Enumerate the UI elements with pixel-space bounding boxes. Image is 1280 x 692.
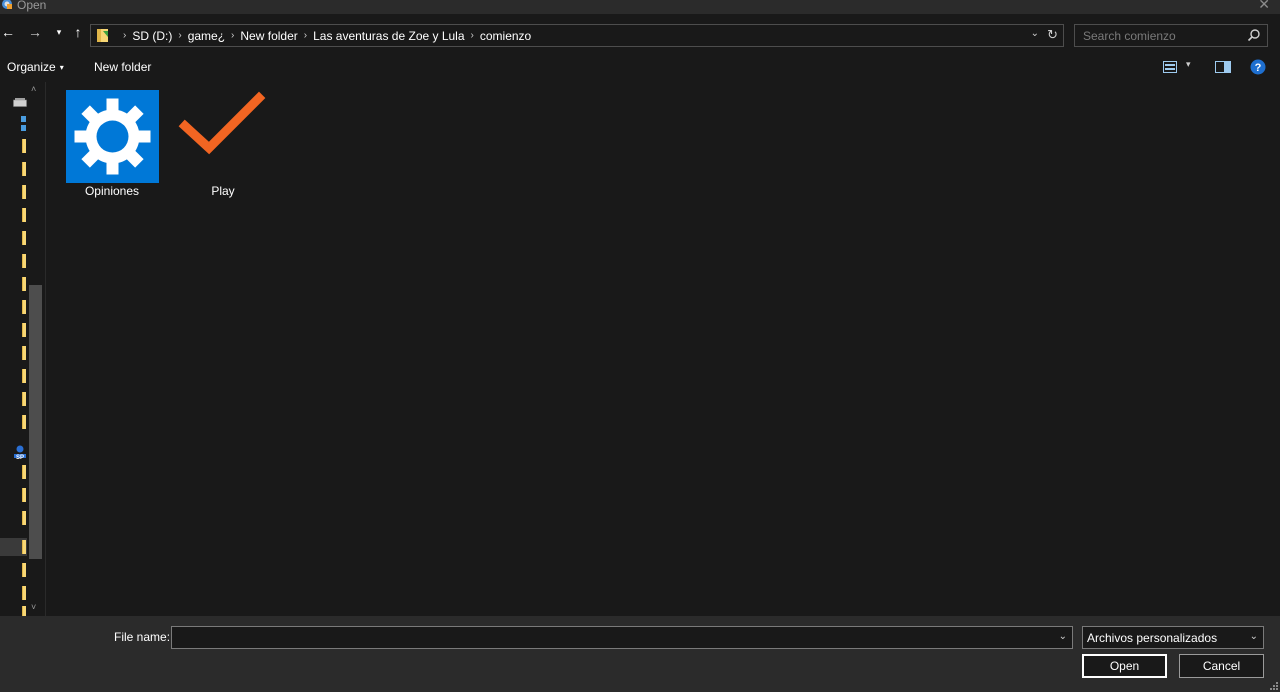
search-icon[interactable] <box>1247 28 1261 42</box>
open-button[interactable]: Open <box>1082 654 1167 678</box>
breadcrumb-separator: › <box>123 30 127 41</box>
folder-location-icon <box>97 29 108 42</box>
back-arrow-icon[interactable]: ← <box>0 24 16 40</box>
file-type-select[interactable]: Archivos personalizados ⌄ <box>1082 626 1264 649</box>
folder-icon[interactable] <box>22 369 26 383</box>
app-icon <box>2 0 12 9</box>
file-name-input[interactable] <box>172 627 1052 648</box>
file-type-dropdown-icon[interactable]: ⌄ <box>1250 631 1258 642</box>
open-file-dialog: Open ✕ ← → ▾ ↑ › SD (D:) › game¿ › New f… <box>0 0 1280 692</box>
folder-icon[interactable] <box>22 162 26 176</box>
view-options-chevron-icon[interactable]: ▾ <box>1186 59 1191 70</box>
folder-icon[interactable] <box>22 254 26 268</box>
window-title: Open <box>17 0 47 12</box>
up-arrow-icon[interactable]: ↑ <box>70 24 86 40</box>
refresh-icon[interactable]: ↻ <box>1047 27 1058 43</box>
breadcrumb-separator[interactable]: › <box>178 30 181 41</box>
resize-grip-icon[interactable] <box>1270 682 1278 690</box>
this-pc-icon[interactable] <box>20 116 27 132</box>
chevron-down-icon: ▾ <box>59 63 64 72</box>
scroll-down-icon[interactable]: ˅ <box>31 602 36 612</box>
checkmark-icon <box>178 91 265 155</box>
recent-locations-chevron-icon[interactable]: ▾ <box>51 24 67 40</box>
organize-button[interactable]: Organize ▾ <box>7 60 64 75</box>
folder-icon[interactable] <box>22 277 26 291</box>
change-view-icon[interactable] <box>1163 61 1177 73</box>
command-bar: Organize ▾ New folder ▾ ? <box>0 56 1280 80</box>
gear-icon <box>65 90 159 183</box>
address-bar[interactable]: › SD (D:) › game¿ › New folder › Las ave… <box>90 24 1064 47</box>
breadcrumb: › SD (D:) › game¿ › New folder › Las ave… <box>117 25 531 46</box>
breadcrumb-item[interactable]: Las aventuras de Zoe y Lula <box>313 29 464 43</box>
help-icon[interactable]: ? <box>1250 59 1266 75</box>
folder-icon[interactable] <box>22 185 26 199</box>
file-name-combobox[interactable]: ⌄ <box>171 626 1073 649</box>
forward-arrow-icon[interactable]: → <box>27 24 43 40</box>
file-name-field-label: File name: <box>114 630 171 644</box>
breadcrumb-item[interactable]: SD (D:) <box>132 29 172 43</box>
folder-icon[interactable] <box>22 488 26 502</box>
folder-icon[interactable] <box>22 586 26 600</box>
folder-icon[interactable] <box>22 606 26 616</box>
breadcrumb-item[interactable]: comienzo <box>480 29 531 43</box>
title-bar: Open ✕ <box>0 0 1280 14</box>
organize-label: Organize <box>7 60 56 74</box>
file-name-label: Opiniones <box>84 184 140 198</box>
folder-icon[interactable] <box>22 323 26 337</box>
folder-icon[interactable] <box>22 300 26 314</box>
address-row: ← → ▾ ↑ › SD (D:) › game¿ › New folder ›… <box>0 14 1280 56</box>
search-box[interactable] <box>1074 24 1268 47</box>
search-input[interactable] <box>1075 25 1245 46</box>
file-item-play[interactable]: Play <box>173 90 273 198</box>
folder-icon[interactable] <box>22 540 26 554</box>
folder-icon[interactable] <box>22 346 26 360</box>
close-icon[interactable]: ✕ <box>1258 0 1270 12</box>
network-user-icon[interactable]: SP <box>12 444 28 460</box>
breadcrumb-separator[interactable]: › <box>304 30 307 41</box>
svg-text:SP: SP <box>16 455 24 460</box>
folder-icon[interactable] <box>22 415 26 429</box>
folder-icon[interactable] <box>22 231 26 245</box>
file-type-value: Archivos personalizados <box>1087 631 1218 645</box>
file-list: Opiniones Play <box>45 82 1280 616</box>
drive-icon[interactable] <box>13 98 27 107</box>
folder-icon[interactable] <box>22 465 26 479</box>
scroll-up-icon[interactable]: ˄ <box>31 84 36 94</box>
address-history-chevron-icon[interactable]: ⌄ <box>1031 28 1039 39</box>
folder-icon[interactable] <box>22 392 26 406</box>
cancel-button[interactable]: Cancel <box>1179 654 1264 678</box>
file-name-dropdown-icon[interactable]: ⌄ <box>1059 631 1067 642</box>
folder-icon[interactable] <box>22 139 26 153</box>
folder-icon[interactable] <box>22 511 26 525</box>
new-folder-button[interactable]: New folder <box>94 60 151 74</box>
breadcrumb-item[interactable]: New folder <box>240 29 297 43</box>
svg-text:?: ? <box>1255 62 1262 74</box>
file-name-label: Play <box>211 184 235 198</box>
folder-icon[interactable] <box>22 563 26 577</box>
folder-icon[interactable] <box>22 208 26 222</box>
breadcrumb-item[interactable]: game¿ <box>188 29 225 43</box>
preview-pane-icon[interactable] <box>1215 61 1231 73</box>
breadcrumb-separator[interactable]: › <box>471 30 474 41</box>
bottom-panel: File name: ⌄ Archivos personalizados ⌄ O… <box>0 616 1280 692</box>
breadcrumb-separator[interactable]: › <box>231 30 234 41</box>
scrollbar-thumb[interactable] <box>29 285 42 559</box>
navigation-scrollbar[interactable]: ˄ ˅ <box>28 82 43 616</box>
file-item-opiniones[interactable]: Opiniones <box>62 90 162 198</box>
